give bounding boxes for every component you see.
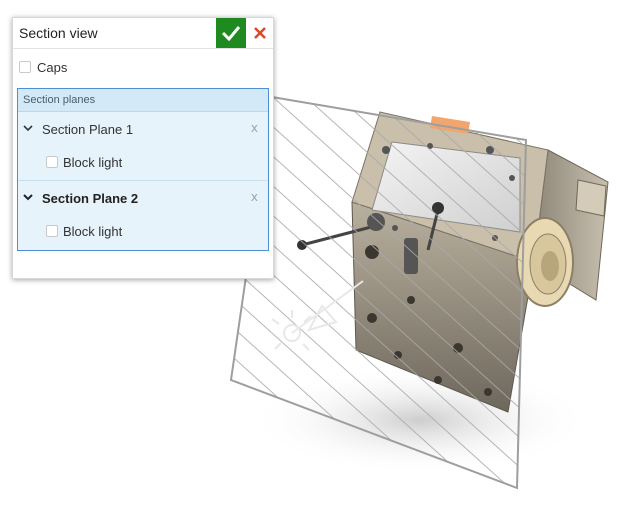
section-plane-row[interactable]: Section Plane 1 x <box>18 112 268 146</box>
section-view-panel: Section view Caps Section planes Section… <box>12 17 274 279</box>
chevron-down-icon[interactable] <box>22 122 34 134</box>
block-light-label: Block light <box>63 155 123 170</box>
block-light-option: Block light <box>18 146 268 181</box>
accept-button[interactable] <box>216 18 246 48</box>
section-plane-name: Section Plane 2 <box>42 191 139 206</box>
caps-label: Caps <box>37 59 68 75</box>
chevron-down-icon[interactable] <box>22 191 34 203</box>
section-planes-list: Section planes Section Plane 1 x Block l… <box>17 88 269 251</box>
section-planes-header: Section planes <box>18 89 268 112</box>
close-button[interactable] <box>246 18 274 48</box>
caps-option: Caps <box>19 58 67 76</box>
section-plane-name: Section Plane 1 <box>42 122 134 137</box>
panel-title: Section view <box>19 25 98 41</box>
remove-plane-button[interactable]: x <box>251 121 258 135</box>
caps-checkbox[interactable] <box>19 61 31 73</box>
block-light-checkbox[interactable] <box>46 156 58 168</box>
block-light-label: Block light <box>63 224 123 239</box>
checkmark-icon <box>221 26 241 41</box>
block-light-checkbox[interactable] <box>46 225 58 237</box>
close-icon <box>254 27 266 39</box>
section-plane-row[interactable]: Section Plane 2 x <box>18 181 268 215</box>
remove-plane-button[interactable]: x <box>251 190 258 204</box>
panel-header: Section view <box>13 18 273 49</box>
block-light-option: Block light <box>18 215 268 249</box>
